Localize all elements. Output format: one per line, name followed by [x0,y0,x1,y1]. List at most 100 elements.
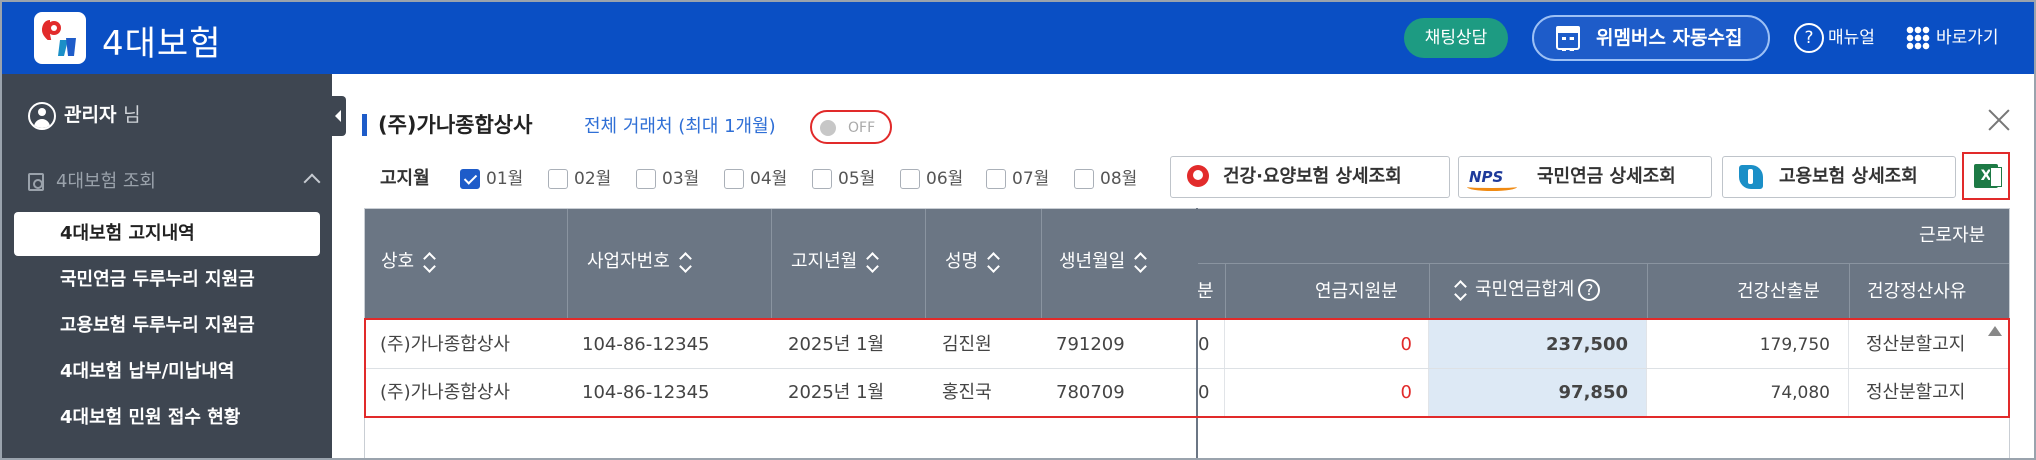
health-insurance-icon [1185,165,1211,189]
month-checkbox-06[interactable]: 06월 [900,166,963,192]
grid-icon [1906,26,1930,50]
user-icon [28,101,56,130]
help-circle-icon: ? [1794,23,1824,53]
month-checkbox-08[interactable]: 08월 [1074,166,1137,192]
th-label: 사업자번호 [587,251,670,272]
th-pension-total[interactable]: 국민연금합계? [1455,277,1601,303]
month-label: 05월 [838,169,876,189]
month-checkbox-05[interactable]: 05월 [812,166,875,192]
company-title: (주)가나종합상사 [362,110,532,140]
nps-icon: NPS [1466,168,1518,191]
sidebar-item-payment[interactable]: 4대보험 납부/미납내역 [14,350,320,394]
excel-export-button[interactable]: X [1962,152,2010,200]
col-divider [1041,209,1042,319]
top-bar: 4대보험 채팅상담 위멤버스 자동수집 ? 매뉴얼 바로가기 [2,2,2034,74]
employment-detail-label: 고용보험 상세조회 [1779,166,1918,187]
user-name: 관리자 [64,104,117,126]
col-divider [1429,263,1430,319]
manual-label: 매뉴얼 [1828,28,1875,48]
excel-icon: X [1974,164,2002,188]
sort-icon[interactable] [680,254,692,270]
checkbox-icon[interactable] [900,169,920,189]
month-label: 02월 [574,169,612,189]
sidebar-item-employment-support[interactable]: 고용보험 두루누리 지원금 [14,304,320,348]
sidebar-item-pension-support[interactable]: 국민연금 두루누리 지원금 [14,258,320,302]
pension-detail-label: 국민연금 상세조회 [1537,166,1676,187]
month-label: 04월 [750,169,788,189]
th-partial: 분 [1197,281,1214,302]
auto-collect-button[interactable]: 위멤버스 자동수집 [1532,15,1770,61]
month-label: 07월 [1012,169,1050,189]
month-label: 01월 [486,169,524,189]
health-detail-button[interactable]: 건강·요양보험 상세조회 [1170,156,1450,198]
th-label: 상호 [381,251,415,272]
sort-icon[interactable] [1135,254,1147,270]
nps-logo-icon[interactable] [34,12,86,64]
shortcut-label: 바로가기 [1936,28,1999,48]
th-health-reason: 건강정산사유 [1867,281,1967,302]
sort-icon[interactable] [867,254,879,270]
col-divider [1647,263,1648,319]
search-doc-icon [28,173,44,191]
checkbox-icon[interactable] [548,169,568,189]
month-label: 08월 [1100,169,1138,189]
menu-group-4insurance[interactable]: 4대보험 조회 [28,166,321,198]
sort-icon[interactable] [424,254,436,270]
shortcut-link[interactable]: 바로가기 [1906,22,1999,54]
chat-button[interactable]: 채팅상담 [1404,18,1508,58]
month-label: 03월 [662,169,700,189]
app-window: 4대보험 채팅상담 위멤버스 자동수집 ? 매뉴얼 바로가기 관리자 님 4대보험… [0,0,2036,460]
sidebar-item-notice[interactable]: 4대보험 고지내역 [14,212,320,256]
close-icon[interactable] [1986,106,2012,132]
pension-detail-button[interactable]: NPS 국민연금 상세조회 [1458,156,1712,198]
sidebar-collapse-button[interactable] [332,96,346,136]
month-label: 06월 [926,169,964,189]
col-divider [771,209,772,319]
col-divider [567,209,568,319]
checkbox-icon[interactable] [1074,169,1094,189]
toggle-knob [820,120,836,136]
month-checkbox-07[interactable]: 07월 [986,166,1049,192]
checkbox-icon[interactable] [636,169,656,189]
th-label: 성명 [945,251,979,272]
th-birth[interactable]: 생년월일 [1059,249,1147,275]
th-name[interactable]: 성명 [945,249,1000,275]
header-divider [1197,263,2009,264]
scroll-up-icon[interactable] [1988,326,2002,336]
app-title: 4대보험 [102,24,222,64]
th-label: 고지년월 [791,251,858,272]
th-company[interactable]: 상호 [381,249,436,275]
th-group-worker: 근로자분 [1919,225,1986,246]
menu-group-label: 4대보험 조회 [56,171,156,192]
checkbox-icon[interactable] [724,169,744,189]
col-divider [925,209,926,319]
sidebar-item-complaints[interactable]: 4대보험 민원 접수 현황 [14,396,320,440]
employment-detail-button[interactable]: 고용보험 상세조회 [1722,156,1956,198]
help-circle-icon[interactable]: ? [1578,279,1601,301]
month-checkbox-04[interactable]: 04월 [724,166,787,192]
sort-icon[interactable] [988,254,1000,270]
manual-link[interactable]: ? 매뉴얼 [1794,22,1875,54]
user-suffix: 님 [123,104,141,126]
th-biz-no[interactable]: 사업자번호 [587,249,692,275]
employment-insurance-icon [1739,165,1763,189]
month-checkbox-02[interactable]: 02월 [548,166,611,192]
th-notice-month[interactable]: 고지년월 [791,249,879,275]
th-label: 생년월일 [1059,251,1126,272]
col-divider [1849,263,1850,319]
checkbox-icon[interactable] [986,169,1006,189]
all-clients-toggle[interactable]: OFF [810,110,892,144]
chevron-up-icon[interactable] [303,173,321,191]
th-label: 국민연금합계 [1475,279,1575,300]
col-divider [1225,263,1226,319]
th-pension-support: 연금지원분 [1315,281,1398,302]
all-clients-label: 전체 거래처 (최대 1개월) [584,116,776,137]
notice-month-label: 고지월 [380,168,430,189]
th-health-calc: 건강산출분 [1737,281,1820,302]
user-greeting: 관리자 님 [28,100,141,130]
sort-icon[interactable] [1455,282,1467,298]
checkbox-icon[interactable] [812,169,832,189]
month-checkbox-03[interactable]: 03월 [636,166,699,192]
checkbox-icon[interactable] [460,169,480,189]
month-checkbox-01[interactable]: 01월 [460,166,523,192]
